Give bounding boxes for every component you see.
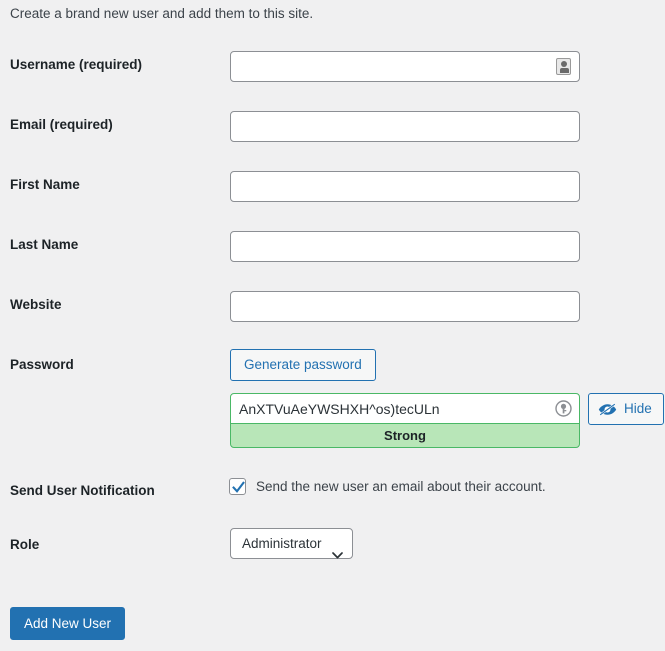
username-required-marker: (required) xyxy=(75,57,143,72)
checkmark-icon xyxy=(232,481,245,493)
form-row-email: Email (required) xyxy=(0,96,665,156)
password-label: Password xyxy=(10,357,74,372)
username-label: Username (required) xyxy=(10,58,142,72)
contact-card-autofill-icon[interactable] xyxy=(556,58,571,75)
email-required-marker: (required) xyxy=(46,117,113,132)
add-new-user-page: Create a brand new user and add them to … xyxy=(0,0,665,651)
website-input[interactable] xyxy=(230,291,580,322)
form-row-send-user-notification: Send User Notification Send the new user… xyxy=(0,468,665,520)
form-row-website: Website xyxy=(0,276,665,336)
send-user-notification-checkbox-label[interactable]: Send the new user an email about their a… xyxy=(256,479,546,494)
last-name-field-wrap xyxy=(230,231,580,262)
form-row-first-name: First Name xyxy=(0,156,665,216)
hide-password-button-label: Hide xyxy=(624,401,652,416)
send-user-notification-label: Send User Notification xyxy=(10,483,155,498)
password-field-wrap: Strong xyxy=(230,393,580,448)
role-select-value: Administrator xyxy=(242,536,322,551)
last-name-label: Last Name xyxy=(10,237,79,252)
username-field-wrap xyxy=(230,51,580,82)
first-name-label: First Name xyxy=(10,177,80,192)
hide-password-button[interactable]: Hide xyxy=(588,393,664,425)
first-name-field-wrap xyxy=(230,171,580,202)
password-input[interactable] xyxy=(230,393,580,424)
role-select[interactable]: Administrator xyxy=(230,528,353,559)
first-name-input[interactable] xyxy=(230,171,580,202)
send-user-notification-checkbox[interactable] xyxy=(229,478,246,495)
form-row-last-name: Last Name xyxy=(0,216,665,276)
send-user-notification-checkbox-wrap: Send the new user an email about their a… xyxy=(229,478,546,495)
form-row-role: Role Administrator xyxy=(0,520,665,578)
username-label-text: Username xyxy=(10,57,76,72)
eye-slash-icon xyxy=(598,402,617,417)
role-label: Role xyxy=(10,537,40,552)
form-row-username: Username (required) xyxy=(0,36,665,96)
email-input[interactable] xyxy=(230,111,580,142)
website-field-wrap xyxy=(230,291,580,322)
email-label-text: Email xyxy=(10,117,47,132)
submit-wrap: Add New User xyxy=(10,607,126,640)
password-strength-indicator: Strong xyxy=(230,423,580,448)
add-new-user-form: Username (required) Email (required) Fir… xyxy=(0,36,665,578)
chevron-down-icon xyxy=(331,540,343,559)
form-row-password: Password Generate password Strong xyxy=(0,336,665,468)
email-label: Email (required) xyxy=(10,118,113,132)
last-name-input[interactable] xyxy=(230,231,580,262)
add-new-user-button[interactable]: Add New User xyxy=(10,607,126,640)
generate-password-button[interactable]: Generate password xyxy=(230,349,376,381)
email-field-wrap xyxy=(230,111,580,142)
role-select-wrap: Administrator xyxy=(230,528,353,559)
website-label: Website xyxy=(10,297,62,312)
page-intro-text: Create a brand new user and add them to … xyxy=(10,6,314,21)
username-input[interactable] xyxy=(230,51,580,82)
